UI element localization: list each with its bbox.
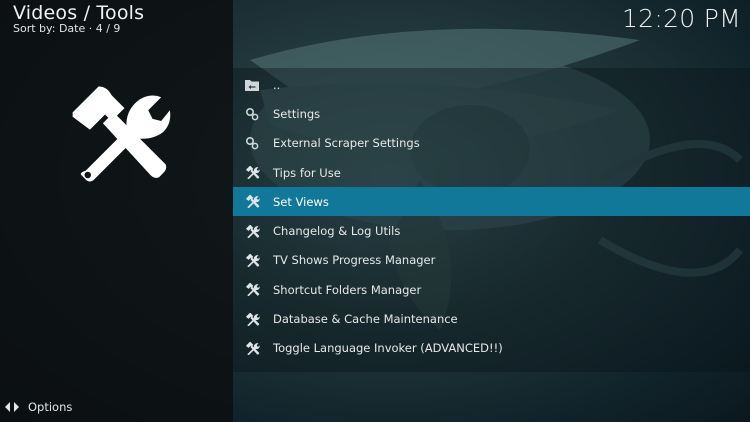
list-item[interactable]: TV Shows Progress Manager bbox=[233, 246, 750, 275]
list-item-label: Database & Cache Maintenance bbox=[273, 312, 458, 327]
tools-icon bbox=[244, 340, 260, 356]
left-info-panel bbox=[0, 0, 233, 422]
options-arrows-icon bbox=[5, 402, 19, 412]
tools-icon bbox=[244, 252, 260, 268]
options-label: Options bbox=[28, 400, 73, 414]
list-item-label: Settings bbox=[273, 106, 321, 121]
list-item-label: Changelog & Log Utils bbox=[273, 224, 401, 239]
list-item[interactable]: Settings bbox=[233, 99, 750, 128]
list-item[interactable]: Changelog & Log Utils bbox=[233, 217, 750, 246]
folder-back-icon bbox=[244, 77, 260, 93]
list-item[interactable]: Set Views bbox=[233, 187, 750, 217]
options-button[interactable]: Options bbox=[5, 398, 72, 416]
list-item-label: .. bbox=[273, 77, 281, 92]
tools-icon bbox=[244, 165, 260, 181]
gears-icon bbox=[244, 106, 260, 122]
list-item-label: TV Shows Progress Manager bbox=[273, 253, 436, 268]
tools-icon bbox=[72, 86, 171, 182]
list-item[interactable]: Shortcut Folders Manager bbox=[233, 275, 750, 304]
sort-info: Sort by: Date · 4 / 9 bbox=[13, 22, 121, 35]
list-item[interactable]: Toggle Language Invoker (ADVANCED!!) bbox=[233, 334, 750, 363]
clock: 12:20 PM bbox=[621, 4, 741, 33]
list-item[interactable]: Database & Cache Maintenance bbox=[233, 304, 750, 333]
menu-list: .. Settings External Scraper Settings Tips … bbox=[233, 68, 750, 372]
gears-icon bbox=[244, 135, 260, 151]
list-item-label: Shortcut Folders Manager bbox=[273, 282, 422, 297]
kodi-window: Videos / Tools Sort by: Date · 4 / 9 12:… bbox=[0, 0, 750, 422]
list-item-label: Toggle Language Invoker (ADVANCED!!) bbox=[273, 341, 503, 356]
list-item[interactable]: .. bbox=[233, 70, 750, 99]
list-item[interactable]: External Scraper Settings bbox=[233, 129, 750, 158]
window-title: Videos / Tools bbox=[13, 2, 145, 24]
list-item-label: Tips for Use bbox=[273, 165, 341, 180]
tools-icon bbox=[244, 311, 260, 327]
tools-icon bbox=[244, 194, 260, 210]
tools-icon bbox=[244, 282, 260, 298]
list-item-label: Set Views bbox=[273, 194, 329, 209]
list-item-label: External Scraper Settings bbox=[273, 136, 420, 151]
tools-icon bbox=[244, 223, 260, 239]
list-item[interactable]: Tips for Use bbox=[233, 158, 750, 187]
